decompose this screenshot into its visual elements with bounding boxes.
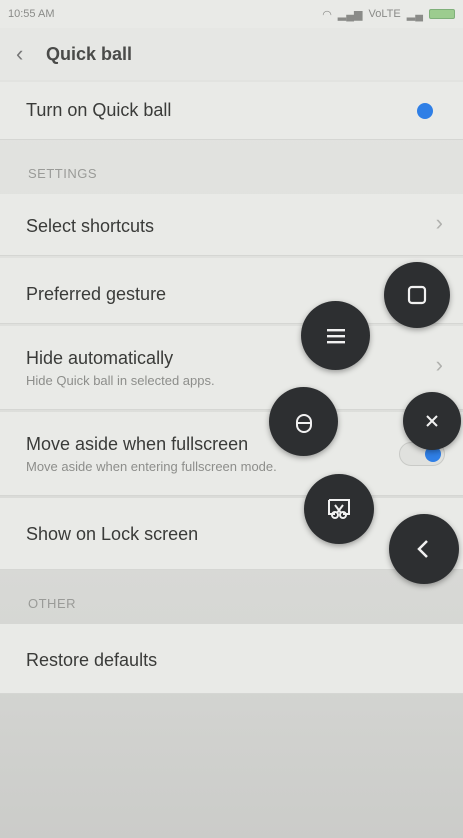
close-icon <box>426 415 438 427</box>
wifi-icon: ◠ <box>322 8 332 21</box>
turn-on-quick-ball-row[interactable]: Turn on Quick ball <box>0 82 463 140</box>
network-label: VoLTE <box>368 8 401 20</box>
section-label-settings: SETTINGS <box>28 166 98 181</box>
battery-icon <box>429 9 455 19</box>
signal-icon-2: ▂▄ <box>406 8 423 21</box>
row-label: Turn on Quick ball <box>26 100 172 120</box>
menu-icon <box>326 328 345 343</box>
row-label: Hide automatically <box>26 348 174 368</box>
screenshot-icon <box>328 499 350 519</box>
hide-automatically-row[interactable]: Hide automatically Hide Quick ball in se… <box>0 326 463 410</box>
section-label-other: OTHER <box>28 596 76 611</box>
back-icon <box>417 540 428 558</box>
chevron-right-icon: › <box>435 210 443 235</box>
back-arrow-icon[interactable]: ‹ <box>16 41 46 67</box>
toggle-switch[interactable] <box>417 103 433 119</box>
status-bar: 10:55 AM ◠ ▂▄▆ VoLTE ▂▄ <box>0 0 463 28</box>
row-label: Move aside when fullscreen <box>26 434 249 454</box>
chevron-right-icon: › <box>435 352 443 377</box>
quick-ball-lock-button[interactable] <box>269 387 338 456</box>
app-header: ‹ Quick ball <box>0 28 463 80</box>
quick-ball-close-button[interactable] <box>403 392 461 450</box>
select-shortcuts-row[interactable]: Select shortcuts › <box>0 194 463 256</box>
restore-defaults-row[interactable]: Restore defaults <box>0 624 463 694</box>
quick-ball-screenshot-button[interactable] <box>304 474 374 544</box>
quick-ball-menu-button[interactable] <box>301 301 370 370</box>
lock-icon <box>295 413 312 433</box>
status-time: 10:55 AM <box>8 8 55 20</box>
quick-ball-recent-apps-button[interactable] <box>384 262 450 328</box>
page-title: Quick ball <box>46 43 133 64</box>
move-aside-row[interactable]: Move aside when fullscreen Move aside wh… <box>0 412 463 496</box>
row-label: Restore defaults <box>26 650 158 670</box>
row-label: Select shortcuts <box>26 216 155 236</box>
quick-ball-settings-screen: 10:55 AM ◠ ▂▄▆ VoLTE ▂▄ ‹ Quick ball Tur… <box>0 0 463 838</box>
signal-icon: ▂▄▆ <box>337 8 363 21</box>
row-sublabel: Move aside when entering fullscreen mode… <box>26 459 277 474</box>
row-sublabel: Hide Quick ball in selected apps. <box>26 373 215 388</box>
quick-ball-back-button[interactable] <box>389 514 459 584</box>
status-indicators: ◠ ▂▄▆ VoLTE ▂▄ <box>322 8 455 21</box>
recent-apps-icon <box>407 285 427 305</box>
